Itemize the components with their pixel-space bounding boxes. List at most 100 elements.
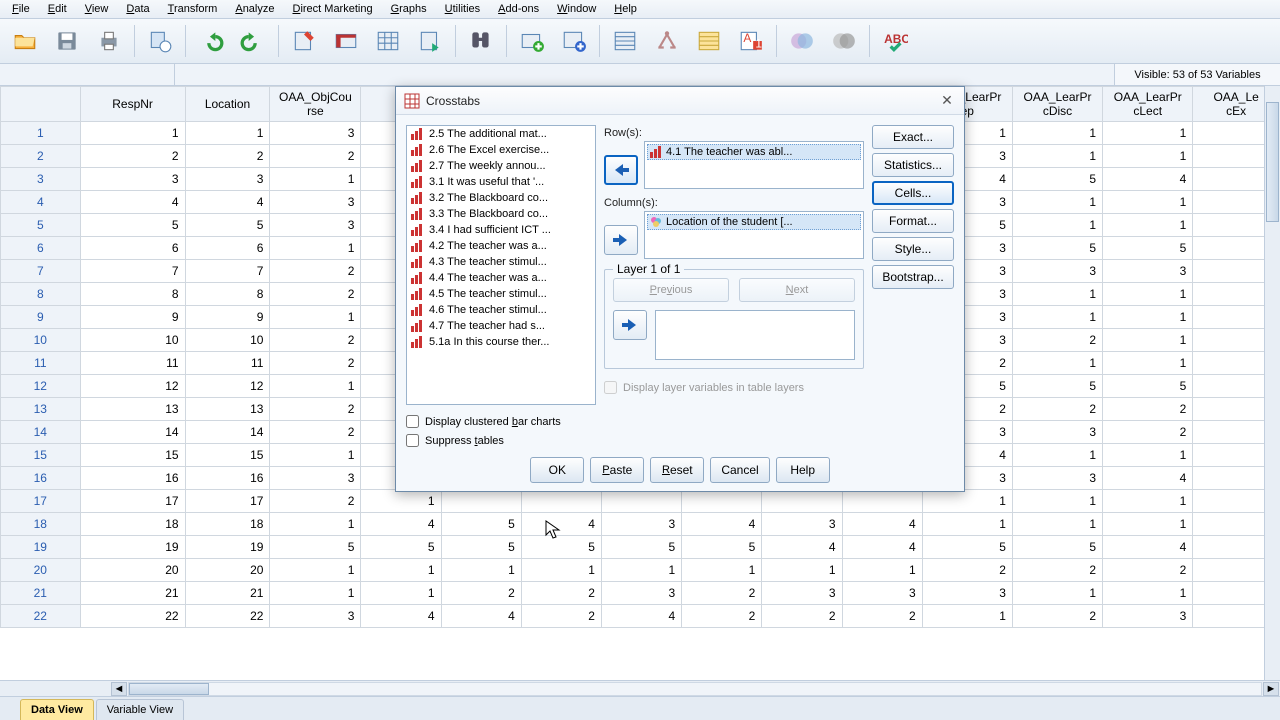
cell[interactable]: 1 (270, 168, 361, 191)
goto-case-icon[interactable] (285, 23, 323, 59)
cell[interactable]: 3 (1103, 260, 1193, 283)
cell[interactable]: 4 (441, 605, 521, 628)
cell[interactable]: 1 (682, 559, 762, 582)
source-variable-list[interactable]: 2.5 The additional mat...2.6 The Excel e… (406, 125, 596, 405)
cell[interactable]: 10 (80, 329, 185, 352)
row-header[interactable]: 9 (1, 306, 81, 329)
menu-data[interactable]: Data (118, 1, 157, 17)
cell[interactable]: 4 (361, 605, 441, 628)
menu-help[interactable]: Help (606, 1, 645, 17)
cell[interactable]: 1 (1103, 444, 1193, 467)
cell[interactable]: 6 (185, 237, 270, 260)
cell[interactable]: 11 (185, 352, 270, 375)
cell[interactable]: 3 (270, 605, 361, 628)
redo-icon[interactable] (234, 23, 272, 59)
cell[interactable]: 5 (361, 536, 441, 559)
cell[interactable]: 18 (185, 513, 270, 536)
col-header[interactable]: OAA_LearPrcLect (1103, 87, 1193, 122)
variable-item[interactable]: 2.6 The Excel exercise... (407, 142, 595, 158)
cell[interactable]: 3 (762, 513, 842, 536)
open-icon[interactable] (6, 23, 44, 59)
split-icon[interactable] (606, 23, 644, 59)
cell[interactable]: 2 (1103, 559, 1193, 582)
variable-item[interactable]: 4.3 The teacher stimul... (407, 254, 595, 270)
cell[interactable]: 21 (80, 582, 185, 605)
cell[interactable]: 1 (1012, 122, 1102, 145)
cell[interactable]: 3 (270, 191, 361, 214)
cell[interactable]: 3 (601, 513, 681, 536)
cell[interactable]: 4 (80, 191, 185, 214)
row-header[interactable]: 17 (1, 490, 81, 513)
cell[interactable]: 3 (270, 122, 361, 145)
cell[interactable]: 14 (80, 421, 185, 444)
cell[interactable]: 3 (1012, 467, 1102, 490)
rows-target[interactable]: 4.1 The teacher was abl... (644, 141, 864, 189)
paste-button[interactable]: Paste (590, 457, 644, 483)
cell[interactable]: 2 (762, 605, 842, 628)
scroll-right-icon[interactable]: ► (1263, 682, 1279, 696)
variable-item[interactable]: 3.2 The Blackboard co... (407, 190, 595, 206)
row-header[interactable]: 22 (1, 605, 81, 628)
cell[interactable]: 2 (270, 352, 361, 375)
cell[interactable]: 1 (1103, 283, 1193, 306)
variable-item[interactable]: 4.7 The teacher had s... (407, 318, 595, 334)
cell[interactable]: 1 (1103, 513, 1193, 536)
menu-utilities[interactable]: Utilities (437, 1, 488, 17)
cell[interactable]: 7 (80, 260, 185, 283)
cell[interactable]: 5 (441, 536, 521, 559)
menu-graphs[interactable]: Graphs (383, 1, 435, 17)
move-to-rows-button[interactable] (604, 155, 638, 185)
cell[interactable]: 5 (1012, 168, 1102, 191)
insert-var-icon[interactable] (555, 23, 593, 59)
row-header[interactable]: 21 (1, 582, 81, 605)
cell[interactable]: 1 (270, 513, 361, 536)
row-header[interactable]: 20 (1, 559, 81, 582)
use-sets-icon[interactable] (825, 23, 863, 59)
cell[interactable]: 20 (80, 559, 185, 582)
cell[interactable]: 1 (1103, 214, 1193, 237)
cell[interactable]: 8 (185, 283, 270, 306)
cell[interactable]: 22 (185, 605, 270, 628)
move-to-layer-button[interactable] (613, 310, 647, 340)
undo-icon[interactable] (192, 23, 230, 59)
cell[interactable]: 1 (270, 444, 361, 467)
cell[interactable]: 1 (270, 237, 361, 260)
cell[interactable]: 1 (441, 559, 521, 582)
horizontal-scrollbar[interactable]: ◄ ► (0, 680, 1280, 696)
row-header[interactable]: 2 (1, 145, 81, 168)
recall-icon[interactable] (141, 23, 179, 59)
statistics-button[interactable]: Statistics... (872, 153, 954, 177)
cell[interactable]: 1 (1103, 145, 1193, 168)
cell[interactable] (682, 490, 762, 513)
exact-button[interactable]: Exact... (872, 125, 954, 149)
cell[interactable]: 3 (1103, 605, 1193, 628)
cell[interactable]: 3 (762, 582, 842, 605)
cell[interactable]: 1 (842, 559, 922, 582)
cell[interactable]: 5 (601, 536, 681, 559)
cell[interactable]: 4 (762, 536, 842, 559)
cell[interactable]: 12 (80, 375, 185, 398)
variable-item[interactable]: 3.4 I had sufficient ICT ... (407, 222, 595, 238)
cell[interactable]: 2 (270, 329, 361, 352)
cell[interactable]: 1 (1103, 490, 1193, 513)
col-header[interactable]: OAA_LearPrcDisc (1012, 87, 1102, 122)
cell[interactable]: 3 (270, 214, 361, 237)
cell[interactable]: 8 (80, 283, 185, 306)
row-header[interactable]: 8 (1, 283, 81, 306)
col-header[interactable]: Location (185, 87, 270, 122)
cell[interactable]: 5 (1103, 375, 1193, 398)
cell[interactable]: 1 (1012, 306, 1102, 329)
cell[interactable]: 1 (1012, 444, 1102, 467)
cell[interactable]: 1 (1103, 329, 1193, 352)
row-header[interactable]: 13 (1, 398, 81, 421)
cell[interactable]: 18 (80, 513, 185, 536)
row-header[interactable]: 16 (1, 467, 81, 490)
cell[interactable]: 1 (1012, 490, 1102, 513)
cell[interactable]: 3 (185, 168, 270, 191)
cell[interactable]: 4 (1103, 536, 1193, 559)
cell[interactable]: 7 (185, 260, 270, 283)
variable-item[interactable]: 2.7 The weekly annou... (407, 158, 595, 174)
cell[interactable]: 13 (80, 398, 185, 421)
cell[interactable]: 2 (185, 145, 270, 168)
variable-item[interactable]: 5.1a In this course ther... (407, 334, 595, 350)
